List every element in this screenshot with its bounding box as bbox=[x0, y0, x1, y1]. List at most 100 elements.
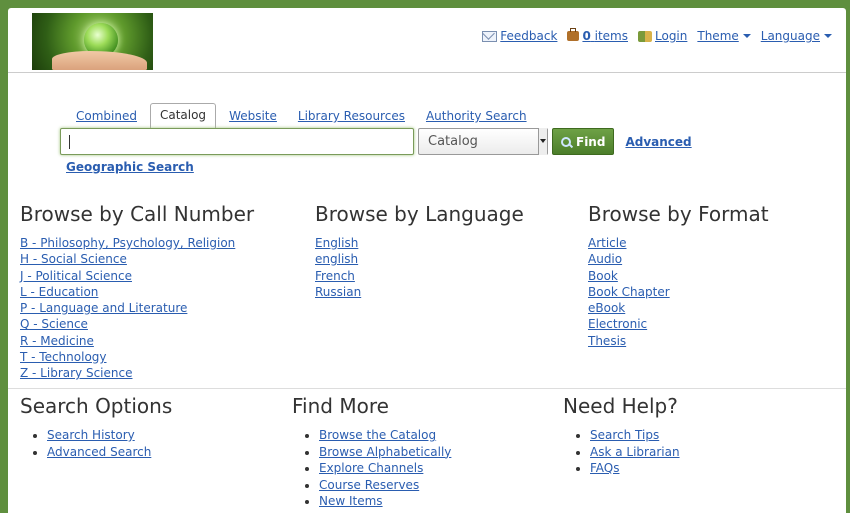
library-logo[interactable] bbox=[32, 13, 153, 70]
advanced-search-link[interactable]: Advanced Search bbox=[47, 445, 151, 459]
feedback-link[interactable]: Feedback bbox=[482, 29, 557, 43]
browse-catalog-link[interactable]: Browse the Catalog bbox=[319, 428, 436, 442]
format-link[interactable]: Book Chapter bbox=[588, 285, 670, 299]
format-link[interactable]: Audio bbox=[588, 252, 622, 266]
browse-language: Browse by Language English english Frenc… bbox=[315, 202, 524, 300]
browse-call-number: Browse by Call Number B - Philosophy, Ps… bbox=[20, 202, 254, 382]
call-number-link[interactable]: Q - Science bbox=[20, 317, 88, 331]
tab-combined[interactable]: Combined bbox=[68, 105, 145, 128]
list-item: H - Social Science bbox=[20, 251, 254, 267]
cart-count: 0 bbox=[582, 29, 591, 43]
find-more-list: Browse the Catalog Browse Alphabetically… bbox=[292, 427, 451, 510]
envelope-icon bbox=[482, 30, 498, 42]
format-link[interactable]: Article bbox=[588, 236, 627, 250]
language-link[interactable]: French bbox=[315, 269, 355, 283]
tab-library-resources[interactable]: Library Resources bbox=[290, 105, 413, 128]
language-menu[interactable]: Language bbox=[761, 29, 832, 43]
search-options-section: Search Options Search History Advanced S… bbox=[20, 394, 172, 460]
list-item: Russian bbox=[315, 284, 524, 300]
top-nav: Feedback 0 items Login Theme Language bbox=[472, 28, 832, 43]
ask-librarian-link[interactable]: Ask a Librarian bbox=[590, 445, 680, 459]
list-item: Thesis bbox=[588, 333, 769, 349]
briefcase-icon bbox=[567, 28, 580, 41]
call-number-link[interactable]: T - Technology bbox=[20, 350, 107, 364]
language-link[interactable]: English bbox=[315, 236, 358, 250]
search-tabs: Combined Catalog Website Library Resourc… bbox=[68, 103, 540, 129]
explore-channels-link[interactable]: Explore Channels bbox=[319, 461, 423, 475]
list-item: J - Political Science bbox=[20, 268, 254, 284]
list-item: eBook bbox=[588, 300, 769, 316]
search-input[interactable] bbox=[60, 128, 414, 155]
search-tips-link[interactable]: Search Tips bbox=[590, 428, 659, 442]
list-item: T - Technology bbox=[20, 349, 254, 365]
login-label[interactable]: Login bbox=[655, 29, 687, 43]
format-link[interactable]: Book bbox=[588, 269, 618, 283]
call-number-link[interactable]: L - Education bbox=[20, 285, 98, 299]
call-number-link[interactable]: H - Social Science bbox=[20, 252, 127, 266]
call-number-link[interactable]: R - Medicine bbox=[20, 334, 94, 348]
cart-link[interactable]: 0 items bbox=[567, 28, 628, 43]
tab-catalog[interactable]: Catalog bbox=[149, 103, 217, 129]
list-item: Book Chapter bbox=[588, 284, 769, 300]
section-divider bbox=[8, 388, 846, 389]
language-link[interactable]: english bbox=[315, 252, 358, 266]
faqs-link[interactable]: FAQs bbox=[590, 461, 620, 475]
tab-authority-search[interactable]: Authority Search bbox=[418, 105, 535, 128]
list-item: B - Philosophy, Psychology, Religion bbox=[20, 235, 254, 251]
list-item: P - Language and Literature bbox=[20, 300, 254, 316]
call-number-list: B - Philosophy, Psychology, Religion H -… bbox=[20, 235, 254, 382]
search-history-link[interactable]: Search History bbox=[47, 428, 135, 442]
format-link[interactable]: eBook bbox=[588, 301, 625, 315]
search-scope-value: Catalog bbox=[428, 134, 478, 149]
geographic-search-link[interactable]: Geographic Search bbox=[66, 160, 194, 174]
login-icon bbox=[638, 30, 652, 42]
cart-label[interactable]: 0 items bbox=[582, 29, 628, 43]
format-link[interactable]: Electronic bbox=[588, 317, 647, 331]
theme-label[interactable]: Theme bbox=[697, 29, 738, 43]
list-item: Search Tips bbox=[590, 427, 680, 444]
login-link[interactable]: Login bbox=[638, 29, 687, 43]
find-label: Find bbox=[576, 134, 606, 149]
browse-alphabetically-link[interactable]: Browse Alphabetically bbox=[319, 445, 451, 459]
list-item: R - Medicine bbox=[20, 333, 254, 349]
call-number-link[interactable]: J - Political Science bbox=[20, 269, 132, 283]
tab-website[interactable]: Website bbox=[221, 105, 285, 128]
list-item: English bbox=[315, 235, 524, 251]
chevron-down-icon bbox=[824, 34, 832, 38]
format-link[interactable]: Thesis bbox=[588, 334, 626, 348]
header: Feedback 0 items Login Theme Language bbox=[8, 8, 846, 73]
hand-icon bbox=[52, 51, 147, 70]
feedback-label[interactable]: Feedback bbox=[500, 29, 557, 43]
language-link[interactable]: Russian bbox=[315, 285, 361, 299]
call-number-link[interactable]: P - Language and Literature bbox=[20, 301, 187, 315]
call-number-link[interactable]: B - Philosophy, Psychology, Religion bbox=[20, 236, 235, 250]
list-item: Z - Library Science bbox=[20, 365, 254, 381]
section-title: Browse by Call Number bbox=[20, 202, 255, 226]
list-item: Article bbox=[588, 235, 769, 251]
search-scope-select[interactable]: Catalog bbox=[418, 128, 548, 155]
format-list: Article Audio Book Book Chapter eBook El… bbox=[588, 235, 769, 349]
list-item: Course Reserves bbox=[319, 477, 451, 494]
list-item: Explore Channels bbox=[319, 460, 451, 477]
list-item: Audio bbox=[588, 251, 769, 267]
dropdown-arrow-icon bbox=[538, 128, 547, 155]
call-number-link[interactable]: Z - Library Science bbox=[20, 366, 132, 380]
search-options-list: Search History Advanced Search bbox=[20, 427, 172, 460]
theme-menu[interactable]: Theme bbox=[697, 29, 751, 43]
list-item: Q - Science bbox=[20, 316, 254, 332]
course-reserves-link[interactable]: Course Reserves bbox=[319, 478, 419, 492]
list-item: French bbox=[315, 268, 524, 284]
browse-format: Browse by Format Article Audio Book Book… bbox=[588, 202, 769, 349]
find-more-section: Find More Browse the Catalog Browse Alph… bbox=[292, 394, 451, 510]
advanced-search-link[interactable]: Advanced bbox=[625, 135, 691, 149]
chevron-down-icon bbox=[742, 34, 751, 38]
list-item: New Items bbox=[319, 493, 451, 510]
new-items-link[interactable]: New Items bbox=[319, 494, 383, 508]
list-item: Browse the Catalog bbox=[319, 427, 451, 444]
find-button[interactable]: Find bbox=[552, 128, 615, 155]
search-icon bbox=[561, 136, 571, 147]
list-item: Electronic bbox=[588, 316, 769, 332]
text-cursor bbox=[69, 135, 70, 149]
language-label[interactable]: Language bbox=[761, 29, 820, 43]
list-item: Ask a Librarian bbox=[590, 444, 680, 461]
